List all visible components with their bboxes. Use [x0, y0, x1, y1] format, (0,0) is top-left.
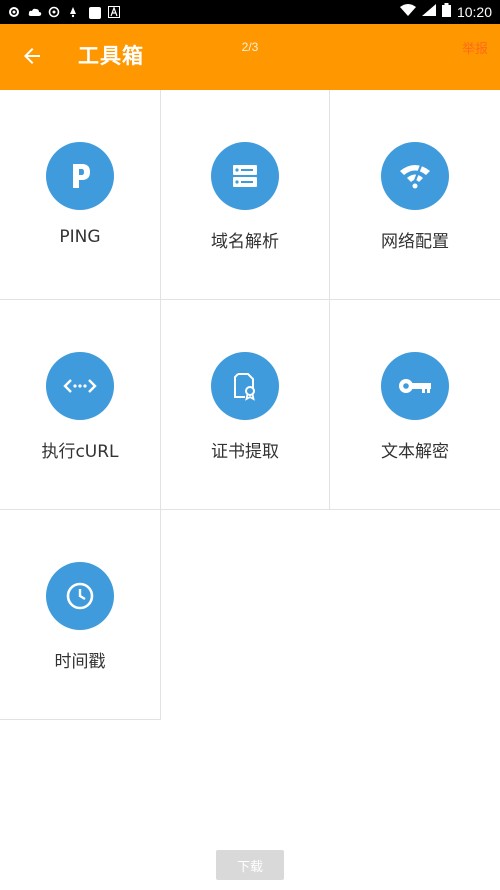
- ping-icon-circle: [46, 142, 114, 210]
- timestamp-icon-circle: [46, 562, 114, 630]
- settings-notification-icon: [8, 6, 20, 18]
- tool-label: 域名解析: [211, 232, 279, 252]
- tool-item-ping[interactable]: PING: [0, 90, 161, 300]
- app-bar: 工具箱 2/3 举报: [0, 24, 500, 90]
- report-link[interactable]: 举报: [462, 38, 488, 57]
- status-bar: 10:20: [0, 0, 500, 24]
- signal-status-icon: [421, 4, 436, 20]
- battery-status-icon: [441, 3, 451, 21]
- clock-icon: [66, 582, 94, 610]
- curl-icon-circle: [46, 352, 114, 420]
- tool-label: 证书提取: [211, 442, 279, 462]
- tool-item-dns[interactable]: 域名解析: [161, 90, 330, 300]
- tool-label: 网络配置: [381, 232, 449, 252]
- download-button[interactable]: 下载: [216, 850, 284, 880]
- tool-item-network[interactable]: 网络配置: [330, 90, 500, 300]
- certificate-icon-circle: [211, 352, 279, 420]
- status-right-icons: 10:20: [399, 3, 500, 21]
- dot-notification-icon: [68, 6, 80, 18]
- sync-notification-icon: [48, 6, 60, 18]
- key-icon: [399, 379, 431, 393]
- code-arrows-icon: [63, 379, 97, 393]
- tool-label: 文本解密: [381, 442, 449, 462]
- certificate-icon: [234, 373, 255, 401]
- tool-label: PING: [59, 227, 101, 247]
- tool-item-decrypt[interactable]: 文本解密: [330, 300, 500, 510]
- tool-label: 时间戳: [54, 652, 106, 672]
- tool-label: 执行cURL: [41, 442, 119, 462]
- wifi-icon: [400, 165, 430, 189]
- decrypt-icon-circle: [381, 352, 449, 420]
- tool-item-curl[interactable]: 执行cURL: [0, 300, 161, 510]
- network-icon-circle: [381, 142, 449, 210]
- dns-icon-circle: [211, 142, 279, 210]
- tool-item-timestamp[interactable]: 时间戳: [0, 510, 161, 720]
- wifi-status-icon: [399, 4, 416, 20]
- a-notification-icon: [108, 6, 120, 18]
- ping-p-icon: [73, 164, 90, 188]
- square-notification-icon: [88, 6, 101, 19]
- status-left-icons: [0, 6, 120, 19]
- server-icon: [233, 165, 257, 187]
- page-indicator: 2/3: [241, 40, 259, 54]
- tool-item-certificate[interactable]: 证书提取: [161, 300, 330, 510]
- status-time: 10:20: [456, 4, 492, 20]
- cloud-notification-icon: [28, 6, 42, 18]
